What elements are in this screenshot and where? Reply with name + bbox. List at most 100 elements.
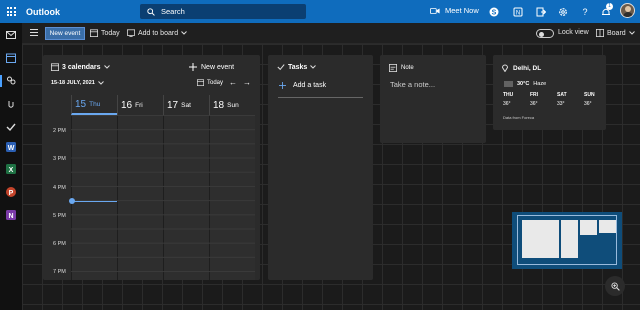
hour-label: 2 PM <box>53 128 66 134</box>
tasks-selector[interactable]: Tasks <box>277 63 317 71</box>
hour-label: 6 PM <box>53 241 66 247</box>
date-range-selector[interactable]: 15-18 JULY, 2021 <box>51 80 104 86</box>
minimap-block <box>599 220 616 233</box>
zoom-in-icon <box>610 281 620 291</box>
board-minimap[interactable] <box>512 212 622 269</box>
day-header-sun[interactable]: 18 Sun <box>209 95 255 115</box>
lock-view-toggle[interactable] <box>536 29 554 38</box>
today-button[interactable]: Today <box>90 29 120 37</box>
waffle-icon[interactable] <box>0 0 22 23</box>
board-icon <box>596 29 604 37</box>
calendars-label: 3 calendars <box>62 63 101 71</box>
arrow-right-icon[interactable]: → <box>243 78 257 87</box>
add-to-board-label: Add to board <box>138 29 179 37</box>
day-number: 15 <box>75 98 87 110</box>
date-range-label: 15-18 JULY, 2021 <box>51 80 95 86</box>
day-name: Thu <box>89 100 101 108</box>
minimap-block <box>561 220 578 258</box>
day-name: Sun <box>227 101 239 109</box>
forecast-day-name: SAT <box>557 92 567 98</box>
chevron-down-icon <box>97 81 104 85</box>
gear-icon[interactable] <box>557 6 568 17</box>
day-name: Sat <box>181 101 191 109</box>
calendar-icon[interactable] <box>4 52 18 64</box>
day-header-fri[interactable]: 16 Fri <box>117 95 163 115</box>
date-navigation: ←→ <box>229 78 257 87</box>
time-grid[interactable] <box>71 115 255 280</box>
word-icon[interactable]: W <box>4 141 18 153</box>
tasks-card: Tasks Add a task <box>268 55 373 280</box>
note-icon <box>389 64 397 72</box>
zoom-button[interactable] <box>605 276 625 296</box>
todo-icon[interactable] <box>4 121 18 133</box>
lock-view-label: Lock view <box>558 29 589 36</box>
send-icon[interactable] <box>535 6 546 17</box>
day-header-sat[interactable]: 17 Sat <box>163 95 209 115</box>
forecast-row: THU 36° FRI 36° SAT 33° SUN 36° <box>503 92 611 107</box>
day-number: 18 <box>213 99 225 111</box>
calendars-selector[interactable]: 3 calendars <box>51 63 110 71</box>
forecast-day-name: SUN <box>584 92 595 98</box>
tasks-icon <box>277 64 285 71</box>
skype-icon[interactable]: S <box>488 6 499 17</box>
meet-now-button[interactable]: Meet Now <box>430 6 479 15</box>
calendar-card: 3 calendars New event 15-18 JULY, 2021 T… <box>43 55 260 280</box>
weather-card: Delhi, DL 30°C Haze THU 36° FRI 36° SAT … <box>493 55 606 130</box>
hour-label: 4 PM <box>53 185 66 191</box>
calendar-icon <box>51 63 59 71</box>
hour-label: 7 PM <box>53 269 66 275</box>
forecast-day-temp: 36° <box>530 101 538 107</box>
svg-text:N: N <box>515 10 519 16</box>
calendar-today-icon <box>197 79 204 86</box>
current-time-line <box>72 201 117 202</box>
plus-icon <box>189 63 197 71</box>
svg-text:P: P <box>9 190 14 197</box>
top-bar: Outlook Search Meet Now S N ? 1 <box>0 0 640 23</box>
calendar-new-event-button[interactable]: New event <box>189 63 234 71</box>
onenote-icon[interactable]: N <box>512 6 523 17</box>
arrow-left-icon[interactable]: ← <box>229 78 243 87</box>
search-box[interactable]: Search <box>140 4 306 19</box>
attach-icon[interactable] <box>4 98 18 110</box>
minimap-block <box>580 220 597 235</box>
location-label: Delhi, DL <box>513 64 542 72</box>
avatar[interactable] <box>620 3 635 18</box>
current-condition: Haze <box>533 81 547 87</box>
weather-location[interactable]: Delhi, DL <box>502 64 541 72</box>
day-name: Fri <box>135 101 143 109</box>
people-icon[interactable] <box>4 75 18 87</box>
new-event-button[interactable]: New event <box>45 27 85 40</box>
current-time-dot <box>69 198 75 204</box>
excel-icon[interactable]: X <box>4 163 18 175</box>
add-task-button[interactable]: Add a task <box>279 82 326 89</box>
current-temp: 30°C <box>517 81 530 87</box>
mail-icon[interactable] <box>4 29 18 41</box>
search-input[interactable]: Search <box>161 7 185 16</box>
calendar-new-event-label: New event <box>201 63 235 71</box>
hour-label: 3 PM <box>53 156 66 162</box>
location-pin-icon <box>502 64 508 72</box>
left-rail: W X P N <box>0 23 22 310</box>
plus-icon <box>279 82 286 89</box>
weather-source[interactable]: Data from Foreca <box>503 115 534 120</box>
video-icon <box>430 7 440 14</box>
add-to-board-button[interactable]: Add to board <box>127 29 187 37</box>
search-icon <box>147 7 155 16</box>
forecast-day: SUN 36° <box>584 92 611 107</box>
board-view-button[interactable]: Board <box>596 29 635 37</box>
forecast-day-temp: 33° <box>557 101 565 107</box>
calendar-today-button[interactable]: Today <box>197 79 223 86</box>
app-title[interactable]: Outlook <box>26 7 60 17</box>
note-input[interactable]: Take a note... <box>390 80 435 89</box>
help-icon[interactable]: ? <box>579 6 590 17</box>
powerpoint-icon[interactable]: P <box>4 186 18 198</box>
day-number: 17 <box>167 99 179 111</box>
forecast-day-temp: 36° <box>503 101 511 107</box>
minimap-block <box>522 220 559 258</box>
hamburger-icon[interactable] <box>30 29 38 37</box>
onenote-icon[interactable]: N <box>4 209 18 221</box>
forecast-day-temp: 36° <box>584 101 592 107</box>
day-header-thu[interactable]: 15 Thu <box>71 95 117 115</box>
day-header-row: 15 Thu 16 Fri 17 Sat 18 Sun <box>71 95 255 115</box>
calendar-today-icon <box>90 29 98 37</box>
